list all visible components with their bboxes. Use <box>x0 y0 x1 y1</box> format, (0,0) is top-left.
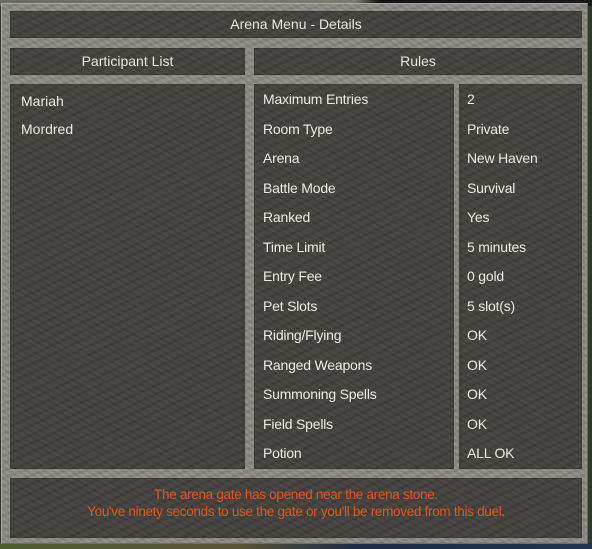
rule-label: Ranged Weapons <box>263 356 373 373</box>
rule-value: Survival <box>467 179 516 196</box>
status-message-line-1: The arena gate has opened near the arena… <box>154 487 438 502</box>
rule-value: 5 minutes <box>467 238 526 255</box>
participant-list: Mariah Mordred <box>10 84 245 469</box>
rule-label: Field Spells <box>263 415 333 432</box>
rule-value: Private <box>467 120 510 137</box>
rule-label: Pet Slots <box>263 297 318 314</box>
rule-label: Riding/Flying <box>263 327 342 343</box>
rule-value: Yes <box>467 209 490 225</box>
rule-value: OK <box>467 386 487 402</box>
rule-label: Potion <box>263 445 302 461</box>
rule-label: Arena <box>263 150 300 166</box>
rule-label: Time Limit <box>263 238 326 255</box>
rule-value: 0 gold <box>467 268 504 284</box>
participant-item[interactable]: Mariah <box>21 90 245 118</box>
status-message: The arena gate has opened near the arena… <box>10 478 582 538</box>
rule-label: Summoning Spells <box>263 386 377 402</box>
rules-labels-column: Maximum Entries Room Type Arena Battle M… <box>254 84 454 469</box>
rule-label: Entry Fee <box>263 268 322 284</box>
rule-value: OK <box>467 356 487 373</box>
rule-value: 2 <box>467 91 475 107</box>
rule-value: OK <box>467 415 487 432</box>
rules-values-column: 2 Private New Haven Survival Yes 5 minut… <box>459 84 582 469</box>
rule-label: Ranked <box>263 209 311 225</box>
rules-header: Rules <box>254 48 582 75</box>
participant-item[interactable]: Mordred <box>21 118 245 146</box>
rule-label: Room Type <box>263 120 333 137</box>
rule-value: OK <box>467 327 487 343</box>
rule-value: ALL OK <box>467 445 515 461</box>
participant-list-header: Participant List <box>10 48 245 75</box>
window-title: Arena Menu - Details <box>10 11 582 38</box>
status-message-line-2: You've ninety seconds to use the gate or… <box>87 504 505 519</box>
rule-value: New Haven <box>467 150 538 166</box>
rule-value: 5 slot(s) <box>467 297 515 314</box>
rule-label: Battle Mode <box>263 179 336 196</box>
rule-label: Maximum Entries <box>263 91 369 107</box>
